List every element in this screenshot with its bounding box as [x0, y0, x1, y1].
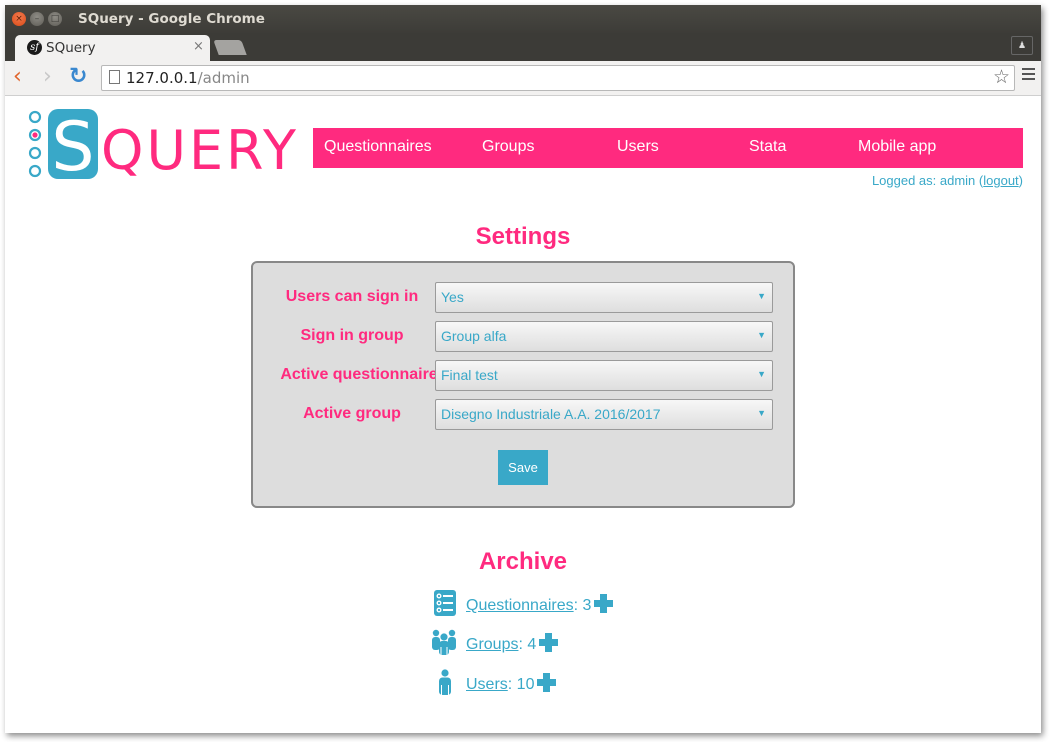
archive-questionnaires-link[interactable]: Questionnaires	[466, 597, 574, 614]
browser-toolbar: ‹ › ↻ 127.0.0.1/admin ☆	[5, 61, 1041, 96]
settings-title: Settings	[475, 223, 571, 250]
dropdown-arrow-icon: ▼	[757, 330, 766, 340]
tab-title: SQuery	[46, 40, 96, 56]
page-icon	[109, 70, 120, 84]
add-user-plus-icon[interactable]	[537, 673, 557, 692]
nav-mobile-app[interactable]: Mobile app	[858, 138, 936, 156]
profile-icon[interactable]: ♟	[1011, 36, 1033, 55]
window-maximize-button[interactable]: □	[48, 12, 62, 26]
title-bar: × – □ SQuery - Google Chrome	[5, 5, 1041, 35]
forward-button[interactable]: ›	[43, 65, 52, 89]
archive-groups-count: : 4	[518, 636, 537, 653]
dropdown-arrow-icon: ▼	[757, 408, 766, 418]
logged-as-text: Logged as: admin (	[871, 173, 984, 188]
window-minimize-button[interactable]: –	[30, 12, 44, 26]
archive-users-link[interactable]: Users	[466, 676, 508, 693]
nav-users[interactable]: Users	[617, 138, 659, 156]
url-path: /admin	[197, 69, 250, 87]
squery-logo[interactable]: S QUERY	[27, 106, 302, 181]
select-value: Group alfa	[441, 328, 507, 344]
archive-questionnaires-count: : 3	[573, 597, 592, 614]
archive-users-count: : 10	[507, 676, 535, 693]
questionnaire-list-icon	[434, 590, 456, 616]
url-host: 127.0.0.1	[126, 69, 198, 87]
nav-questionnaires[interactable]: Questionnaires	[324, 138, 432, 156]
users-can-sign-in-select[interactable]: Yes ▼	[435, 282, 773, 313]
active-questionnaire-label: Active questionnaire	[280, 366, 438, 383]
back-button[interactable]: ‹	[13, 65, 22, 89]
bookmark-star-icon[interactable]: ☆	[993, 66, 1010, 89]
browser-window: × – □ SQuery - Google Chrome sf SQuery ×…	[5, 5, 1041, 733]
nav-groups[interactable]: Groups	[482, 138, 534, 156]
address-bar[interactable]: 127.0.0.1/admin ☆	[101, 65, 1015, 91]
page-content: S QUERY Questionnaires Groups Users Stat…	[5, 96, 1041, 733]
logo-text: QUERY	[101, 119, 299, 181]
add-group-plus-icon[interactable]	[539, 633, 559, 652]
browser-tab[interactable]: sf SQuery ×	[15, 35, 210, 61]
select-value: Disegno Industriale A.A. 2016/2017	[441, 406, 661, 422]
logo-dots-icon	[28, 110, 42, 178]
window-title: SQuery - Google Chrome	[78, 11, 265, 27]
sign-in-group-label: Sign in group	[300, 327, 404, 344]
new-tab-button[interactable]	[213, 40, 247, 55]
user-icon	[439, 669, 451, 695]
active-group-label: Active group	[303, 405, 401, 422]
main-nav: Questionnaires Groups Users Stata Mobile…	[313, 128, 1023, 168]
dropdown-arrow-icon: ▼	[757, 369, 766, 379]
settings-panel: Users can sign in Yes ▼ Sign in group Gr…	[251, 261, 795, 508]
symfony-icon: sf	[27, 40, 42, 55]
archive-title: Archive	[478, 548, 568, 575]
logged-suffix: )	[1018, 173, 1023, 188]
group-icon	[432, 629, 456, 655]
logout-link[interactable]: logout	[983, 173, 1018, 188]
dropdown-arrow-icon: ▼	[757, 291, 766, 301]
select-value: Final test	[441, 367, 498, 383]
active-group-select[interactable]: Disegno Industriale A.A. 2016/2017 ▼	[435, 399, 773, 430]
tab-close-icon[interactable]: ×	[193, 39, 204, 54]
logo-letter: S	[51, 108, 94, 181]
users-can-sign-in-label: Users can sign in	[285, 288, 419, 305]
login-status: Logged as: admin (logout)	[872, 173, 1023, 188]
active-questionnaire-select[interactable]: Final test ▼	[435, 360, 773, 391]
chrome-menu-icon[interactable]	[1022, 68, 1035, 83]
nav-stata[interactable]: Stata	[749, 138, 786, 156]
url-text[interactable]: 127.0.0.1/admin	[126, 69, 250, 87]
sign-in-group-select[interactable]: Group alfa ▼	[435, 321, 773, 352]
reload-button[interactable]: ↻	[69, 65, 87, 89]
archive-groups-link[interactable]: Groups	[466, 636, 518, 653]
save-button[interactable]: Save	[498, 450, 548, 485]
tab-strip: sf SQuery × ♟	[5, 33, 1041, 61]
window-close-button[interactable]: ×	[12, 12, 26, 26]
select-value: Yes	[441, 289, 464, 305]
add-questionnaire-plus-icon[interactable]	[594, 594, 614, 613]
